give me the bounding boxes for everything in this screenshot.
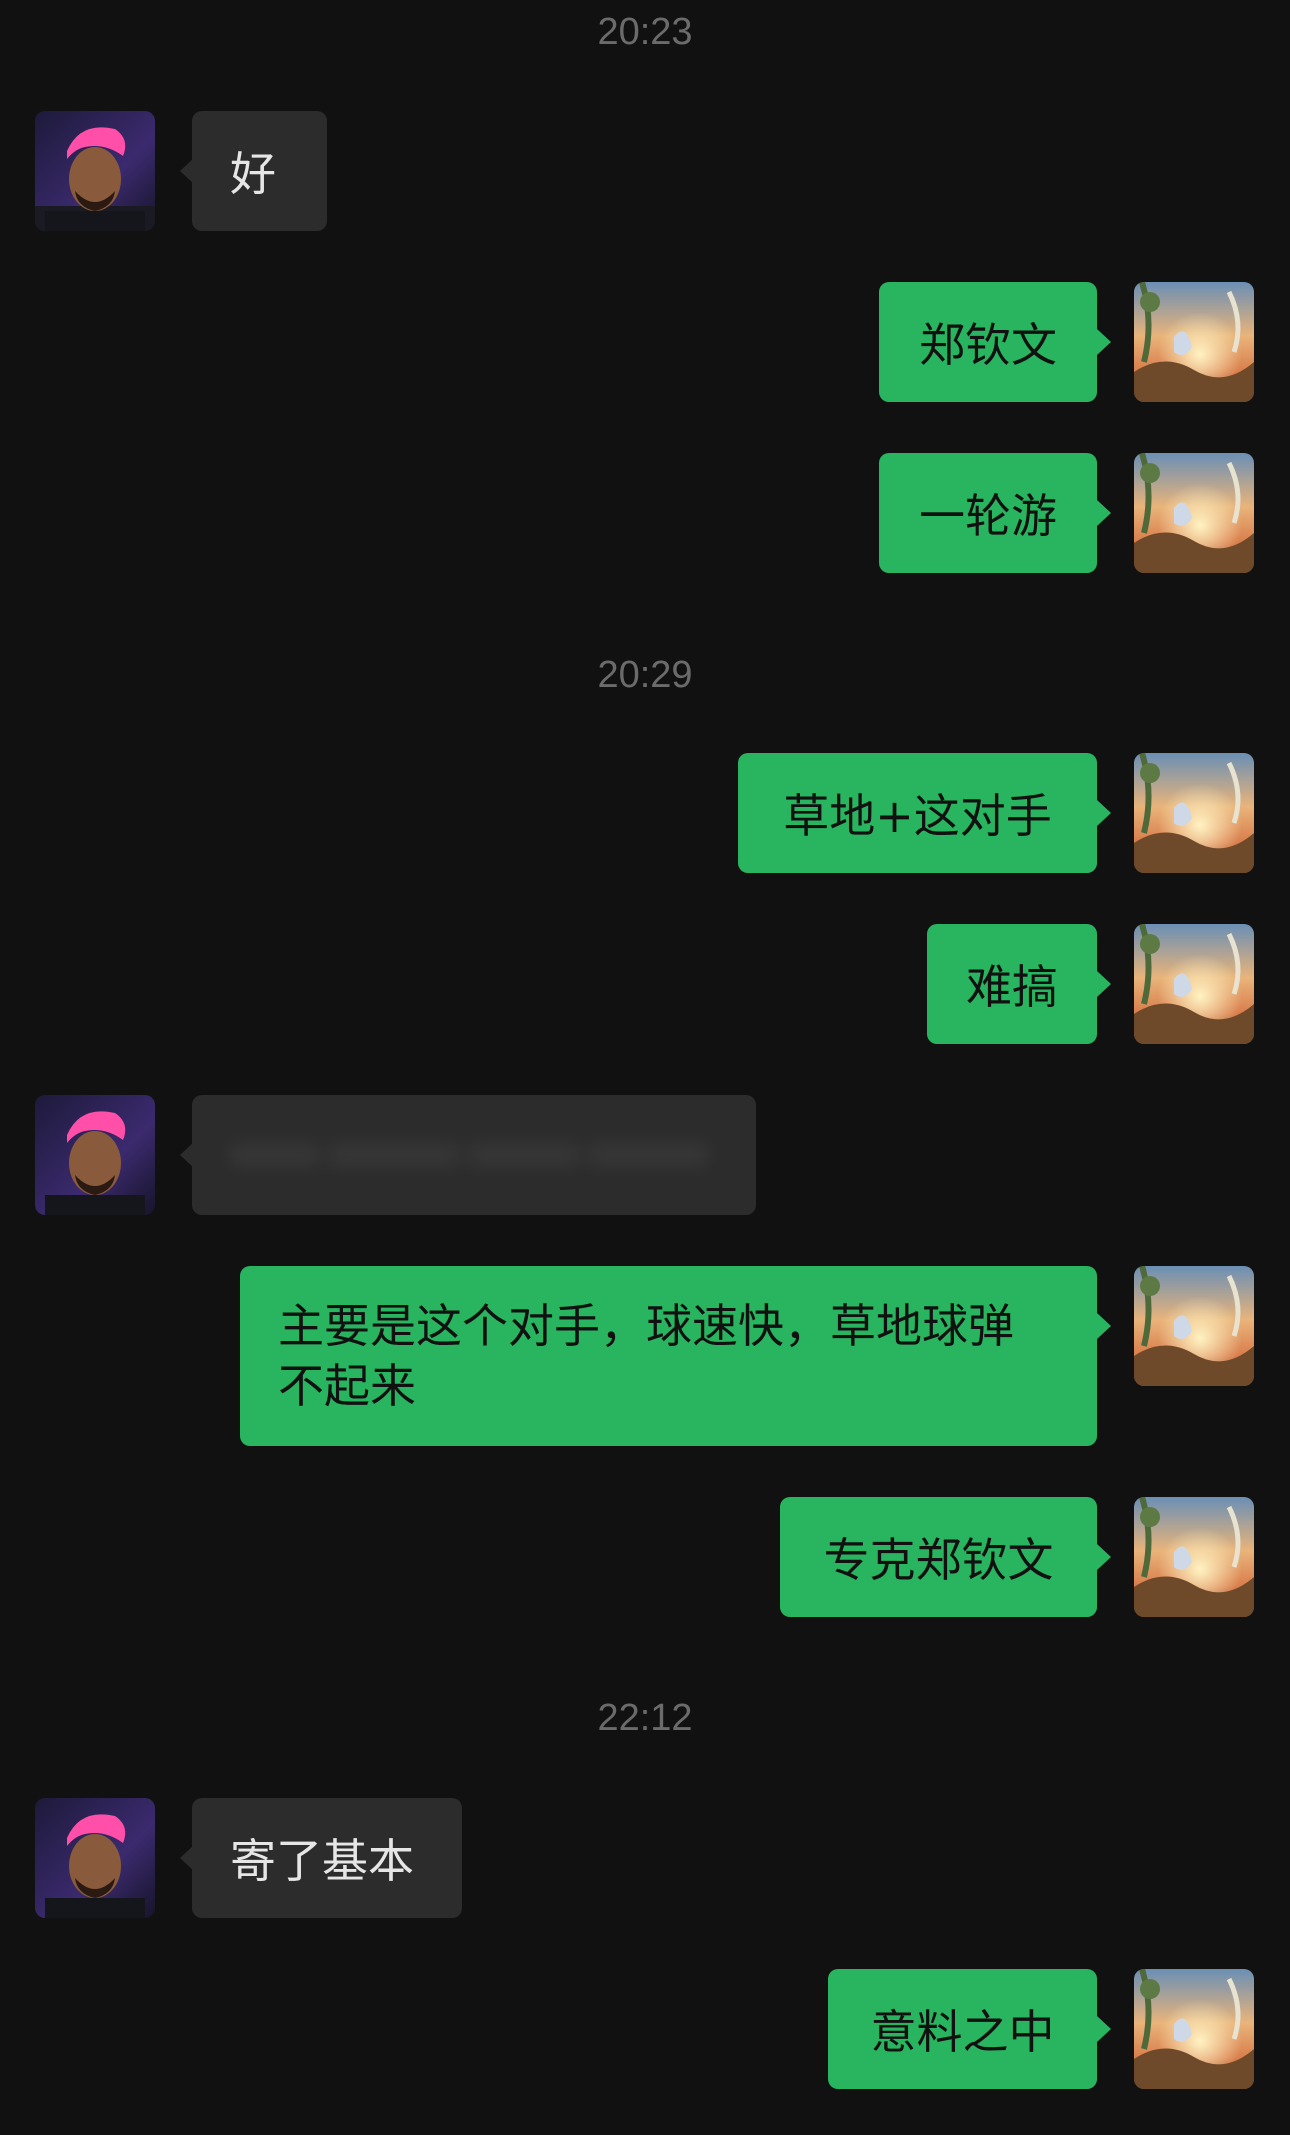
self-avatar-icon [1134,924,1254,1044]
message-bubble-outgoing[interactable]: 难搞 [927,924,1097,1044]
self-avatar[interactable] [1134,753,1254,873]
timestamp: 20:23 [597,11,693,53]
message-bubble-outgoing[interactable]: 郑钦文 [879,282,1097,402]
message-bubble-outgoing[interactable]: 主要是这个对手，球速快，草地球弹不起来 [240,1266,1097,1446]
contact-avatar[interactable] [35,1798,155,1918]
message-bubble-incoming[interactable]: 寄了基本 [192,1798,462,1918]
message-bubble-outgoing[interactable]: 意料之中 [828,1969,1097,2089]
self-avatar-icon [1134,453,1254,573]
message-bubble-outgoing[interactable]: 一轮游 [879,453,1097,573]
message-bubble-outgoing[interactable]: 专克郑钦文 [780,1497,1097,1617]
timestamp: 20:29 [597,654,693,696]
self-avatar[interactable] [1134,924,1254,1044]
contact-avatar-icon [35,111,155,231]
redacted-blur-icon [230,1143,709,1167]
self-avatar-icon [1134,1497,1254,1617]
message-bubble-incoming[interactable]: 好 [192,111,327,231]
self-avatar[interactable] [1134,1969,1254,2089]
timestamp: 22:12 [597,1697,693,1739]
self-avatar[interactable] [1134,453,1254,573]
self-avatar[interactable] [1134,1497,1254,1617]
self-avatar-icon [1134,753,1254,873]
contact-avatar[interactable] [35,1095,155,1215]
contact-avatar-icon [35,1798,155,1918]
self-avatar-icon [1134,282,1254,402]
contact-avatar[interactable] [35,111,155,231]
self-avatar-icon [1134,1266,1254,1386]
self-avatar[interactable] [1134,282,1254,402]
message-bubble-incoming-redacted[interactable] [192,1095,756,1215]
self-avatar-icon [1134,1969,1254,2089]
contact-avatar-icon [35,1095,155,1215]
message-bubble-outgoing[interactable]: 草地+这对手 [738,753,1097,873]
self-avatar[interactable] [1134,1266,1254,1386]
